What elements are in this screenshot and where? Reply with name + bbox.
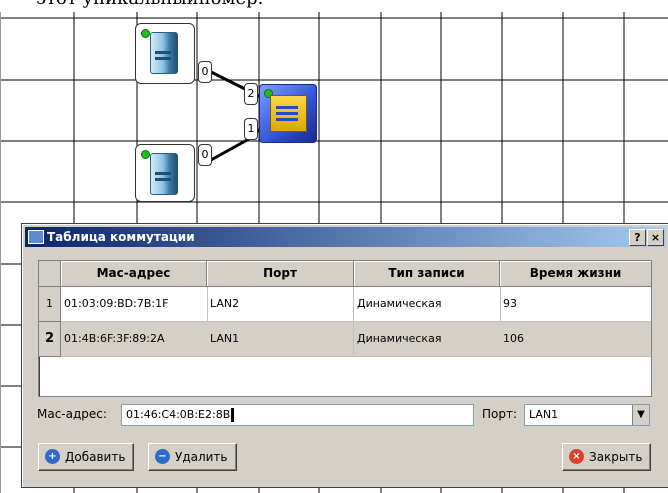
- cell-mac[interactable]: 01:03:09:BD:7B:1F: [61, 287, 208, 322]
- row-header[interactable]: 2: [39, 322, 61, 357]
- column-header-port[interactable]: Порт: [207, 261, 354, 287]
- cell-port[interactable]: LAN2: [207, 287, 354, 322]
- server-icon: [150, 32, 178, 74]
- row-header[interactable]: 1: [39, 287, 61, 322]
- computer-node-1[interactable]: [135, 23, 195, 84]
- port-label: 2: [244, 83, 258, 105]
- close-button[interactable]: × Закрыть: [562, 443, 652, 471]
- cell-mac[interactable]: 01:4B:6F:3F:89:2A: [61, 322, 208, 357]
- table-row[interactable]: 1 01:03:09:BD:7B:1F LAN2 Динамическая 93: [39, 287, 651, 322]
- mac-input-value: 01:46:C4:0B:E2:8B: [126, 408, 231, 421]
- switching-table-dialog: Таблица коммутации ? × Mac-адрес Порт Ти…: [21, 223, 668, 488]
- column-header-type[interactable]: Тип записи: [354, 261, 500, 287]
- cell-type[interactable]: Динамическая: [354, 322, 501, 357]
- cell-ttl[interactable]: 93: [500, 287, 651, 322]
- port-select-value: LAN1: [529, 408, 559, 421]
- port-field-label: Порт:: [482, 407, 518, 421]
- computer-node-2[interactable]: [135, 144, 195, 202]
- plus-icon: +: [45, 449, 60, 464]
- text-caret: [231, 408, 235, 422]
- table-header: Mac-адрес Порт Тип записи Время жизни: [39, 261, 651, 287]
- server-icon: [150, 153, 178, 195]
- mac-input[interactable]: 01:46:C4:0B:E2:8B: [121, 404, 474, 426]
- add-button[interactable]: + Добавить: [38, 443, 135, 471]
- background-text: этот уникальныйномер.: [36, 0, 263, 9]
- table-corner: [39, 261, 61, 287]
- switch-node[interactable]: [259, 84, 317, 143]
- port-label: 0: [198, 144, 212, 166]
- dialog-title: Таблица коммутации: [47, 230, 195, 244]
- status-led-icon: [141, 29, 150, 38]
- table-row[interactable]: 2 01:4B:6F:3F:89:2A LAN1 Динамическая 10…: [39, 322, 651, 357]
- mac-label: Mac-адрес:: [37, 407, 107, 421]
- port-select[interactable]: LAN1 ▼: [524, 404, 650, 426]
- close-button-label: Закрыть: [589, 450, 643, 464]
- help-button[interactable]: ?: [629, 229, 646, 246]
- status-led-icon: [141, 150, 150, 159]
- dialog-titlebar[interactable]: Таблица коммутации ? ×: [25, 227, 666, 247]
- cell-type[interactable]: Динамическая: [354, 287, 501, 322]
- switch-icon: [270, 95, 307, 132]
- add-button-label: Добавить: [65, 450, 126, 464]
- close-icon: ×: [569, 449, 584, 464]
- switching-table[interactable]: Mac-адрес Порт Тип записи Время жизни 1 …: [38, 260, 652, 397]
- cell-port[interactable]: LAN1: [207, 322, 354, 357]
- close-window-button[interactable]: ×: [647, 229, 664, 246]
- column-header-ttl[interactable]: Время жизни: [500, 261, 651, 287]
- chevron-down-icon[interactable]: ▼: [632, 405, 649, 425]
- remove-button[interactable]: − Удалить: [148, 443, 237, 471]
- port-label: 0: [198, 61, 212, 83]
- window-icon: [28, 230, 44, 244]
- minus-icon: −: [155, 449, 170, 464]
- background-text-line: этот уникальныйномер.: [0, 0, 668, 12]
- column-header-mac[interactable]: Mac-адрес: [61, 261, 207, 287]
- remove-button-label: Удалить: [175, 450, 228, 464]
- port-label: 1: [244, 118, 258, 140]
- cell-ttl[interactable]: 106: [500, 322, 651, 357]
